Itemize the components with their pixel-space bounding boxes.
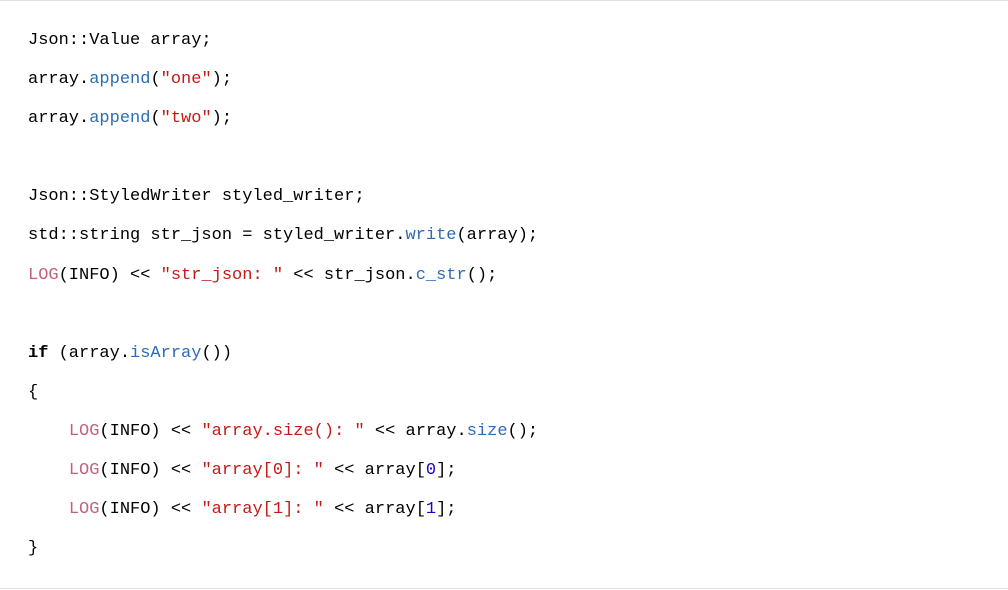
code-line: LOG(INFO) << "str_json: " << str_json.c_…	[28, 266, 497, 285]
code-line: LOG(INFO) << "array[1]: " << array[1];	[28, 500, 457, 519]
code-block: Json::Value array; array.append("one"); …	[0, 0, 1008, 589]
code-line: LOG(INFO) << "array.size(): " << array.s…	[28, 422, 538, 441]
code-line: if (array.isArray())	[28, 344, 232, 363]
code-line: array.append("one");	[28, 70, 232, 89]
code-line: Json::Value array;	[28, 31, 212, 50]
code-line: {	[28, 383, 38, 402]
code-line: Json::StyledWriter styled_writer;	[28, 187, 365, 206]
code-line: LOG(INFO) << "array[0]: " << array[0];	[28, 461, 457, 480]
code-line: array.append("two");	[28, 109, 232, 128]
code-line: std::string str_json = styled_writer.wri…	[28, 226, 538, 245]
code-line: }	[28, 539, 38, 558]
